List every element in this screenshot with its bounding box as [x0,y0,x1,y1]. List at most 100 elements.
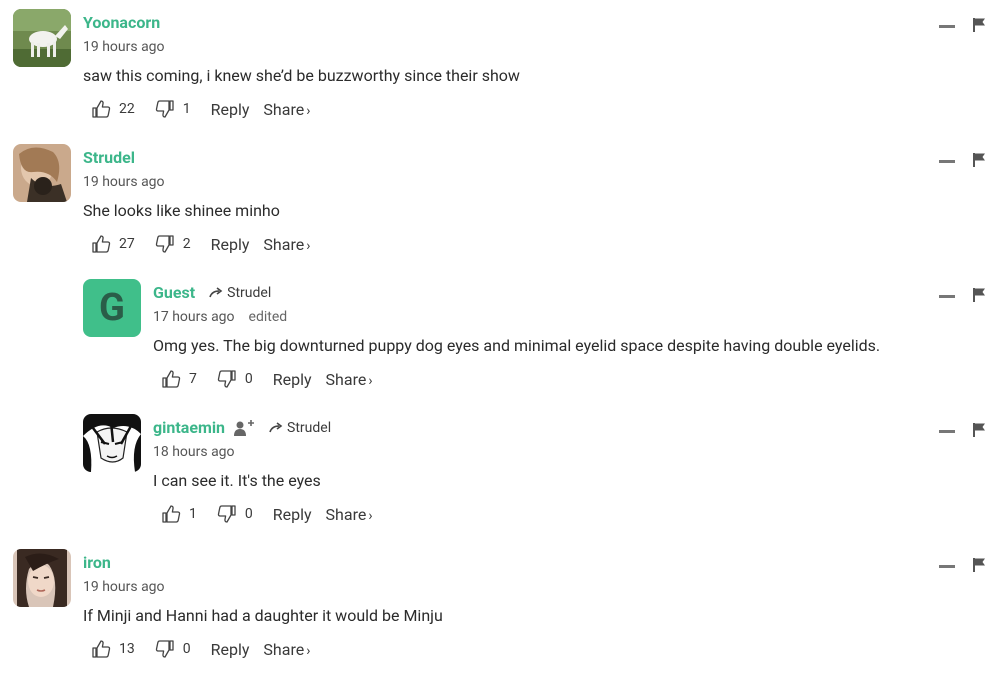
comment-meta: 19 hours ago [83,579,165,595]
minimize-icon[interactable] [939,295,955,298]
comment-actions: 13 0 Reply Share › [91,639,324,659]
share-label[interactable]: Share [263,640,304,659]
comment-reply: G Guest Strudel 17 hours ago edited Omg y… [0,279,997,409]
follow-user-icon[interactable] [233,419,255,437]
upvote-count: 22 [119,101,135,117]
share-button[interactable]: Share › [326,370,373,389]
reply-arrow-icon [209,286,223,297]
avatar[interactable] [83,414,141,472]
share-button[interactable]: Share › [263,235,310,254]
share-button[interactable]: Share › [263,100,310,119]
avatar[interactable]: G [83,279,141,337]
author-label[interactable]: iron [83,553,111,572]
thumbs-down-icon [155,235,174,253]
downvote-button[interactable]: 2 [155,234,191,254]
edited-label: edited [248,309,288,325]
downvote-button[interactable]: 0 [217,369,253,389]
upvote-count: 7 [189,371,197,387]
manga-character-avatar [83,414,141,472]
share-label[interactable]: Share [263,235,304,254]
author-name[interactable]: gintaemin Strudel [153,418,331,437]
downvote-button[interactable]: 0 [155,639,191,659]
minimize-icon[interactable] [939,565,955,568]
author-name[interactable]: Yoonacorn [83,13,160,32]
reply-button[interactable]: Reply [273,370,312,389]
thumbs-up-icon [162,505,181,523]
upvote-count: 1 [189,506,197,522]
author-label[interactable]: Guest [153,283,195,302]
upvote-button[interactable]: 7 [161,369,197,389]
minimize-icon[interactable] [939,25,955,28]
timestamp[interactable]: 17 hours ago [153,309,235,325]
upvote-button[interactable]: 13 [91,639,135,659]
comment-text: saw this coming, i knew she’d be buzzwor… [83,66,520,85]
upvote-button[interactable]: 27 [91,234,135,254]
avatar[interactable] [13,144,71,202]
comment-actions: 22 1 Reply Share › [91,99,324,119]
thumbs-up-icon [92,100,111,118]
downvote-button[interactable]: 1 [155,99,191,119]
flag-icon[interactable] [973,17,987,33]
woman-photo-avatar [13,549,71,607]
upvote-button[interactable]: 1 [161,504,197,524]
comment-text: I can see it. It's the eyes [153,471,321,490]
reply-arrow-icon [269,421,283,432]
comment-reply: gintaemin Strudel 18 hours ago I can see… [0,414,997,544]
author-name[interactable]: iron [83,553,111,572]
flag-icon[interactable] [973,287,987,303]
share-button[interactable]: Share › [263,640,310,659]
chevron-right-icon: › [368,507,373,524]
reply-to-link[interactable]: Strudel [269,420,331,436]
reply-button[interactable]: Reply [211,640,250,659]
avatar-letter: G [99,286,125,330]
comment-meta: 18 hours ago [153,444,235,460]
upvote-button[interactable]: 22 [91,99,135,119]
flag-icon[interactable] [973,557,987,573]
thumbs-up-icon [92,640,111,658]
author-label[interactable]: Yoonacorn [83,13,160,32]
share-button[interactable]: Share › [326,505,373,524]
reply-button[interactable]: Reply [211,100,250,119]
comment-actions: 1 0 Reply Share › [161,504,387,524]
comment-meta: 19 hours ago [83,39,165,55]
minimize-icon[interactable] [939,160,955,163]
thumbs-up-icon [162,370,181,388]
comment-meta: 17 hours ago edited [153,309,287,325]
comment: iron 19 hours ago If Minji and Hanni had… [0,549,997,679]
thumbs-down-icon [217,370,236,388]
thumbs-down-icon [155,640,174,658]
comment: Yoonacorn 19 hours ago saw this coming, … [0,9,997,139]
upvote-count: 27 [119,236,135,252]
author-label[interactable]: Strudel [83,148,135,167]
avatar[interactable] [13,9,71,67]
reply-to-name[interactable]: Strudel [287,420,331,436]
share-label[interactable]: Share [326,505,367,524]
minimize-icon[interactable] [939,430,955,433]
timestamp[interactable]: 18 hours ago [153,444,235,460]
timestamp[interactable]: 19 hours ago [83,174,165,190]
thumbs-down-icon [217,505,236,523]
comment-text: Omg yes. The big downturned puppy dog ey… [153,336,881,355]
author-name[interactable]: Strudel [83,148,135,167]
horse-photo-avatar [13,9,71,67]
downvote-count: 0 [244,371,253,387]
timestamp[interactable]: 19 hours ago [83,579,165,595]
avatar[interactable] [13,549,71,607]
flag-icon[interactable] [973,152,987,168]
person-photo-avatar [13,144,71,202]
author-label[interactable]: gintaemin [153,418,225,437]
downvote-button[interactable]: 0 [217,504,253,524]
share-label[interactable]: Share [263,100,304,119]
reply-to-name[interactable]: Strudel [227,285,271,301]
reply-button[interactable]: Reply [211,235,250,254]
reply-button[interactable]: Reply [273,505,312,524]
downvote-count: 0 [244,506,253,522]
chevron-right-icon: › [306,642,311,659]
timestamp[interactable]: 19 hours ago [83,39,165,55]
upvote-count: 13 [119,641,135,657]
author-name[interactable]: Guest Strudel [153,283,271,302]
share-label[interactable]: Share [326,370,367,389]
flag-icon[interactable] [973,422,987,438]
chevron-right-icon: › [306,102,311,119]
reply-to-link[interactable]: Strudel [209,285,271,301]
